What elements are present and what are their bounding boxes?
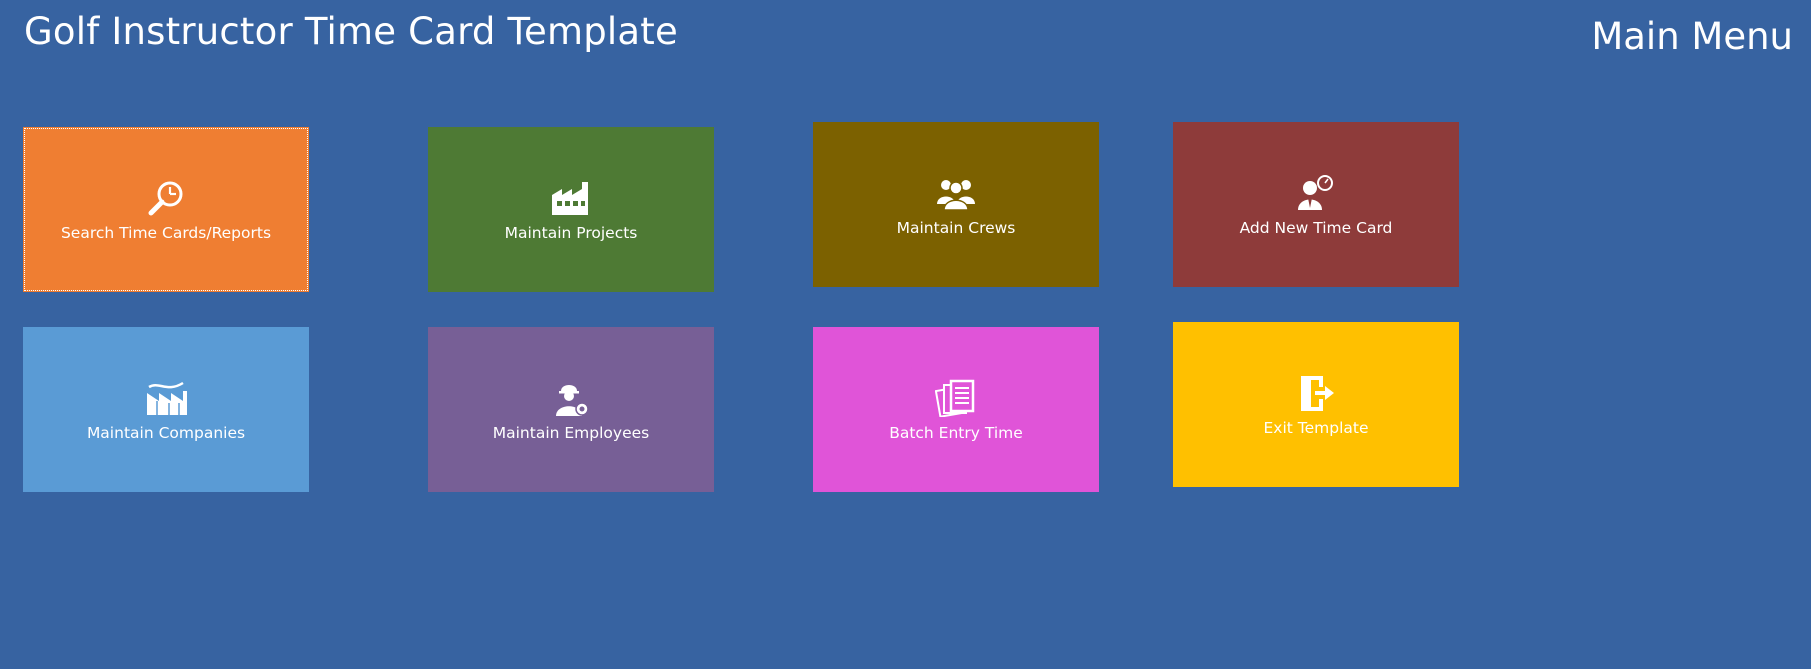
- tile-label: Exit Template: [1263, 418, 1369, 437]
- tile-label: Maintain Companies: [86, 423, 246, 442]
- industry-icon: [144, 378, 188, 418]
- tile-label: Maintain Projects: [504, 223, 638, 242]
- tile-label: Add New Time Card: [1239, 218, 1393, 237]
- worker-gear-icon: [549, 378, 593, 418]
- maintain-crews-button[interactable]: Maintain Crews: [813, 122, 1099, 287]
- maintain-employees-button[interactable]: Maintain Employees: [428, 327, 714, 492]
- add-new-time-card-button[interactable]: Add New Time Card: [1173, 122, 1459, 287]
- factory-icon: [549, 178, 593, 218]
- magnifier-clock-icon: [144, 178, 188, 218]
- person-clock-icon: [1294, 173, 1338, 213]
- tile-label: Batch Entry Time: [889, 423, 1023, 442]
- documents-icon: [934, 378, 978, 418]
- exit-door-icon: [1294, 373, 1338, 413]
- group-icon: [934, 173, 978, 213]
- batch-entry-time-button[interactable]: Batch Entry Time: [813, 327, 1099, 492]
- menu-title: Main Menu: [1591, 15, 1793, 58]
- tile-label: Maintain Employees: [492, 423, 650, 442]
- tile-label: Maintain Crews: [896, 218, 1016, 237]
- tile-label: Search Time Cards/Reports: [60, 223, 272, 242]
- maintain-projects-button[interactable]: Maintain Projects: [428, 127, 714, 292]
- exit-template-button[interactable]: Exit Template: [1173, 322, 1459, 487]
- search-time-cards-button[interactable]: Search Time Cards/Reports: [23, 127, 309, 292]
- app-title: Golf Instructor Time Card Template: [24, 10, 678, 53]
- maintain-companies-button[interactable]: Maintain Companies: [23, 327, 309, 492]
